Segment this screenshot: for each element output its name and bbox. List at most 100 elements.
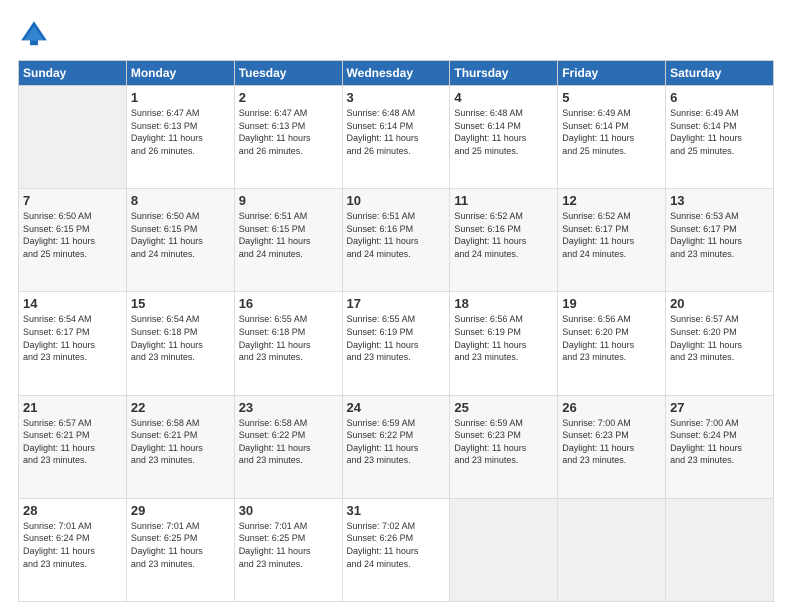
day-info: Sunrise: 6:54 AM Sunset: 6:17 PM Dayligh…	[23, 313, 122, 363]
calendar-week-row: 14 Sunrise: 6:54 AM Sunset: 6:17 PM Dayli…	[19, 292, 774, 395]
calendar-cell: 18 Sunrise: 6:56 AM Sunset: 6:19 PM Dayli…	[450, 292, 558, 395]
day-number: 18	[454, 296, 553, 311]
calendar-cell: 3 Sunrise: 6:48 AM Sunset: 6:14 PM Daylig…	[342, 86, 450, 189]
day-info: Sunrise: 7:01 AM Sunset: 6:25 PM Dayligh…	[239, 520, 338, 570]
day-info: Sunrise: 6:50 AM Sunset: 6:15 PM Dayligh…	[23, 210, 122, 260]
calendar-cell: 10 Sunrise: 6:51 AM Sunset: 6:16 PM Dayli…	[342, 189, 450, 292]
calendar-cell: 20 Sunrise: 6:57 AM Sunset: 6:20 PM Dayli…	[666, 292, 774, 395]
calendar-day-header: Thursday	[450, 61, 558, 86]
day-number: 21	[23, 400, 122, 415]
day-info: Sunrise: 6:49 AM Sunset: 6:14 PM Dayligh…	[670, 107, 769, 157]
calendar-week-row: 28Sunrise: 7:01 AM Sunset: 6:24 PM Dayli…	[19, 498, 774, 601]
day-info: Sunrise: 6:50 AM Sunset: 6:15 PM Dayligh…	[131, 210, 230, 260]
calendar-cell: 14 Sunrise: 6:54 AM Sunset: 6:17 PM Dayli…	[19, 292, 127, 395]
calendar-cell: 13Sunrise: 6:53 AM Sunset: 6:17 PM Dayli…	[666, 189, 774, 292]
day-number: 4	[454, 90, 553, 105]
day-number: 20	[670, 296, 769, 311]
day-info: Sunrise: 7:02 AM Sunset: 6:26 PM Dayligh…	[347, 520, 446, 570]
calendar-day-header: Saturday	[666, 61, 774, 86]
calendar-cell: 7Sunrise: 6:50 AM Sunset: 6:15 PM Daylig…	[19, 189, 127, 292]
calendar-cell: 26 Sunrise: 7:00 AM Sunset: 6:23 PM Dayli…	[558, 395, 666, 498]
calendar-cell: 19 Sunrise: 6:56 AM Sunset: 6:20 PM Dayli…	[558, 292, 666, 395]
calendar-week-row: 1 Sunrise: 6:47 AM Sunset: 6:13 PM Daylig…	[19, 86, 774, 189]
day-number: 5	[562, 90, 661, 105]
day-number: 9	[239, 193, 338, 208]
day-info: Sunrise: 6:56 AM Sunset: 6:20 PM Dayligh…	[562, 313, 661, 363]
calendar-table: SundayMondayTuesdayWednesdayThursdayFrid…	[18, 60, 774, 602]
calendar-cell: 28Sunrise: 7:01 AM Sunset: 6:24 PM Dayli…	[19, 498, 127, 601]
day-info: Sunrise: 6:51 AM Sunset: 6:16 PM Dayligh…	[347, 210, 446, 260]
logo-icon	[18, 18, 50, 50]
calendar-cell: 9 Sunrise: 6:51 AM Sunset: 6:15 PM Daylig…	[234, 189, 342, 292]
day-number: 6	[670, 90, 769, 105]
logo	[18, 18, 54, 50]
day-info: Sunrise: 6:58 AM Sunset: 6:22 PM Dayligh…	[239, 417, 338, 467]
calendar-day-header: Sunday	[19, 61, 127, 86]
calendar-cell	[450, 498, 558, 601]
day-info: Sunrise: 6:51 AM Sunset: 6:15 PM Dayligh…	[239, 210, 338, 260]
day-info: Sunrise: 6:55 AM Sunset: 6:19 PM Dayligh…	[347, 313, 446, 363]
day-info: Sunrise: 6:55 AM Sunset: 6:18 PM Dayligh…	[239, 313, 338, 363]
day-info: Sunrise: 6:57 AM Sunset: 6:21 PM Dayligh…	[23, 417, 122, 467]
calendar-cell: 30 Sunrise: 7:01 AM Sunset: 6:25 PM Dayli…	[234, 498, 342, 601]
day-info: Sunrise: 7:01 AM Sunset: 6:25 PM Dayligh…	[131, 520, 230, 570]
calendar-cell: 27Sunrise: 7:00 AM Sunset: 6:24 PM Dayli…	[666, 395, 774, 498]
day-number: 2	[239, 90, 338, 105]
day-number: 31	[347, 503, 446, 518]
calendar-week-row: 21 Sunrise: 6:57 AM Sunset: 6:21 PM Dayli…	[19, 395, 774, 498]
calendar-day-header: Monday	[126, 61, 234, 86]
calendar-header-row: SundayMondayTuesdayWednesdayThursdayFrid…	[19, 61, 774, 86]
day-info: Sunrise: 6:52 AM Sunset: 6:16 PM Dayligh…	[454, 210, 553, 260]
day-info: Sunrise: 7:00 AM Sunset: 6:24 PM Dayligh…	[670, 417, 769, 467]
day-info: Sunrise: 6:59 AM Sunset: 6:22 PM Dayligh…	[347, 417, 446, 467]
header	[18, 18, 774, 50]
calendar-cell: 6 Sunrise: 6:49 AM Sunset: 6:14 PM Daylig…	[666, 86, 774, 189]
calendar-cell: 25Sunrise: 6:59 AM Sunset: 6:23 PM Dayli…	[450, 395, 558, 498]
calendar-cell: 15Sunrise: 6:54 AM Sunset: 6:18 PM Dayli…	[126, 292, 234, 395]
day-number: 14	[23, 296, 122, 311]
day-number: 24	[347, 400, 446, 415]
calendar-cell: 11 Sunrise: 6:52 AM Sunset: 6:16 PM Dayli…	[450, 189, 558, 292]
calendar-cell: 8 Sunrise: 6:50 AM Sunset: 6:15 PM Daylig…	[126, 189, 234, 292]
calendar-cell: 5 Sunrise: 6:49 AM Sunset: 6:14 PM Daylig…	[558, 86, 666, 189]
calendar-cell: 2 Sunrise: 6:47 AM Sunset: 6:13 PM Daylig…	[234, 86, 342, 189]
day-number: 26	[562, 400, 661, 415]
calendar-cell: 24 Sunrise: 6:59 AM Sunset: 6:22 PM Dayli…	[342, 395, 450, 498]
calendar-cell: 1Sunrise: 6:47 AM Sunset: 6:13 PM Daylig…	[126, 86, 234, 189]
calendar-cell: 29Sunrise: 7:01 AM Sunset: 6:25 PM Dayli…	[126, 498, 234, 601]
day-info: Sunrise: 7:00 AM Sunset: 6:23 PM Dayligh…	[562, 417, 661, 467]
day-info: Sunrise: 6:53 AM Sunset: 6:17 PM Dayligh…	[670, 210, 769, 260]
day-number: 22	[131, 400, 230, 415]
day-info: Sunrise: 6:47 AM Sunset: 6:13 PM Dayligh…	[239, 107, 338, 157]
day-info: Sunrise: 6:48 AM Sunset: 6:14 PM Dayligh…	[454, 107, 553, 157]
day-number: 17	[347, 296, 446, 311]
day-number: 19	[562, 296, 661, 311]
day-number: 8	[131, 193, 230, 208]
calendar-day-header: Tuesday	[234, 61, 342, 86]
day-info: Sunrise: 6:57 AM Sunset: 6:20 PM Dayligh…	[670, 313, 769, 363]
day-number: 10	[347, 193, 446, 208]
calendar-cell: 31 Sunrise: 7:02 AM Sunset: 6:26 PM Dayli…	[342, 498, 450, 601]
day-number: 16	[239, 296, 338, 311]
day-number: 30	[239, 503, 338, 518]
day-number: 3	[347, 90, 446, 105]
calendar-week-row: 7Sunrise: 6:50 AM Sunset: 6:15 PM Daylig…	[19, 189, 774, 292]
calendar-cell: 22 Sunrise: 6:58 AM Sunset: 6:21 PM Dayli…	[126, 395, 234, 498]
day-number: 1	[131, 90, 230, 105]
day-number: 23	[239, 400, 338, 415]
calendar-cell: 17 Sunrise: 6:55 AM Sunset: 6:19 PM Dayli…	[342, 292, 450, 395]
day-info: Sunrise: 6:48 AM Sunset: 6:14 PM Dayligh…	[347, 107, 446, 157]
day-info: Sunrise: 6:54 AM Sunset: 6:18 PM Dayligh…	[131, 313, 230, 363]
calendar-cell: 21 Sunrise: 6:57 AM Sunset: 6:21 PM Dayli…	[19, 395, 127, 498]
day-info: Sunrise: 6:49 AM Sunset: 6:14 PM Dayligh…	[562, 107, 661, 157]
calendar-day-header: Friday	[558, 61, 666, 86]
day-number: 11	[454, 193, 553, 208]
day-number: 12	[562, 193, 661, 208]
calendar-cell: 23 Sunrise: 6:58 AM Sunset: 6:22 PM Dayli…	[234, 395, 342, 498]
day-info: Sunrise: 6:58 AM Sunset: 6:21 PM Dayligh…	[131, 417, 230, 467]
day-info: Sunrise: 7:01 AM Sunset: 6:24 PM Dayligh…	[23, 520, 122, 570]
calendar-cell: 16 Sunrise: 6:55 AM Sunset: 6:18 PM Dayli…	[234, 292, 342, 395]
day-info: Sunrise: 6:52 AM Sunset: 6:17 PM Dayligh…	[562, 210, 661, 260]
calendar-cell	[19, 86, 127, 189]
day-info: Sunrise: 6:56 AM Sunset: 6:19 PM Dayligh…	[454, 313, 553, 363]
